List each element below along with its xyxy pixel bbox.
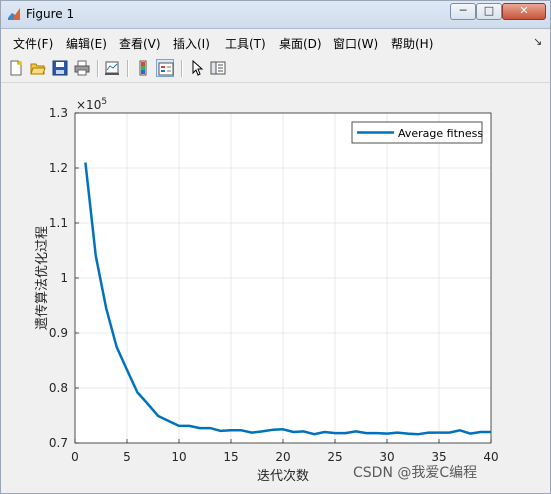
fitness-chart: 0 5 10 15 20 25 30 35 400.70.80.911.11.21.3 ×105…	[35, 97, 499, 484]
toolbar-separator	[127, 60, 129, 77]
y-tick-label: 0.9	[49, 326, 68, 340]
colorbar-icon[interactable]	[134, 59, 152, 77]
menu-insert[interactable]: 插入(I)	[173, 35, 210, 52]
matlab-app-icon	[8, 8, 20, 20]
menu-view[interactable]: 查看(V)	[119, 35, 161, 52]
close-button[interactable]: ✕	[502, 3, 546, 20]
title-bar[interactable]: Figure 1 ─ □ ✕	[1, 1, 550, 29]
pointer-icon[interactable]	[188, 59, 206, 77]
menu-file[interactable]: 文件(F)	[13, 35, 53, 52]
maximize-button[interactable]: □	[476, 3, 502, 20]
save-icon[interactable]	[51, 59, 69, 77]
print-icon[interactable]	[73, 59, 91, 77]
y-axis-label: 遗传算法优化过程	[35, 226, 50, 330]
y-tick-label: 1.2	[49, 161, 68, 175]
y-tick-label: 0.8	[49, 381, 68, 395]
minimize-button[interactable]: ─	[450, 3, 476, 20]
legend[interactable]: Average fitness	[351, 121, 483, 144]
menu-edit[interactable]: 编辑(E)	[66, 35, 107, 52]
x-tick-label: 0	[71, 450, 79, 464]
y-tick-label: 1.1	[49, 216, 68, 230]
y-tick-label: 1	[60, 271, 68, 285]
x-tick-label: 25	[327, 450, 342, 464]
x-tick-label: 40	[483, 450, 498, 464]
x-axis-label: 迭代次数	[257, 468, 309, 484]
y-exponent-label: ×105	[76, 97, 107, 112]
legend-icon[interactable]	[156, 59, 174, 77]
menu-desktop[interactable]: 桌面(D)	[279, 35, 322, 52]
toolbar-separator	[181, 60, 183, 77]
menu-overflow-arrow-icon[interactable]: ↘	[533, 35, 542, 48]
y-tick-label: 0.7	[49, 436, 68, 450]
toolbar-separator	[97, 60, 99, 77]
x-tick-label: 5	[123, 450, 131, 464]
menu-window[interactable]: 窗口(W)	[333, 35, 378, 52]
x-tick-label: 20	[275, 450, 290, 464]
window-title: Figure 1	[26, 7, 75, 21]
open-icon[interactable]	[29, 59, 47, 77]
menu-help[interactable]: 帮助(H)	[391, 35, 433, 52]
figure-toolbar	[1, 55, 550, 83]
y-tick-label: 1.3	[49, 106, 68, 120]
property-editor-icon[interactable]	[209, 59, 227, 77]
menu-bar: 文件(F) 编辑(E) 查看(V) 插入(I) 工具(T) 桌面(D) 窗口(W…	[1, 29, 550, 54]
menu-tools[interactable]: 工具(T)	[225, 35, 266, 52]
x-tick-label: 10	[171, 450, 186, 464]
csdn-watermark: CSDN @我爱C编程	[353, 465, 478, 481]
new-figure-icon[interactable]	[7, 59, 25, 77]
x-tick-label: 15	[223, 450, 238, 464]
link-plot-icon[interactable]	[103, 59, 121, 77]
legend-label: Average fitness	[398, 127, 483, 140]
